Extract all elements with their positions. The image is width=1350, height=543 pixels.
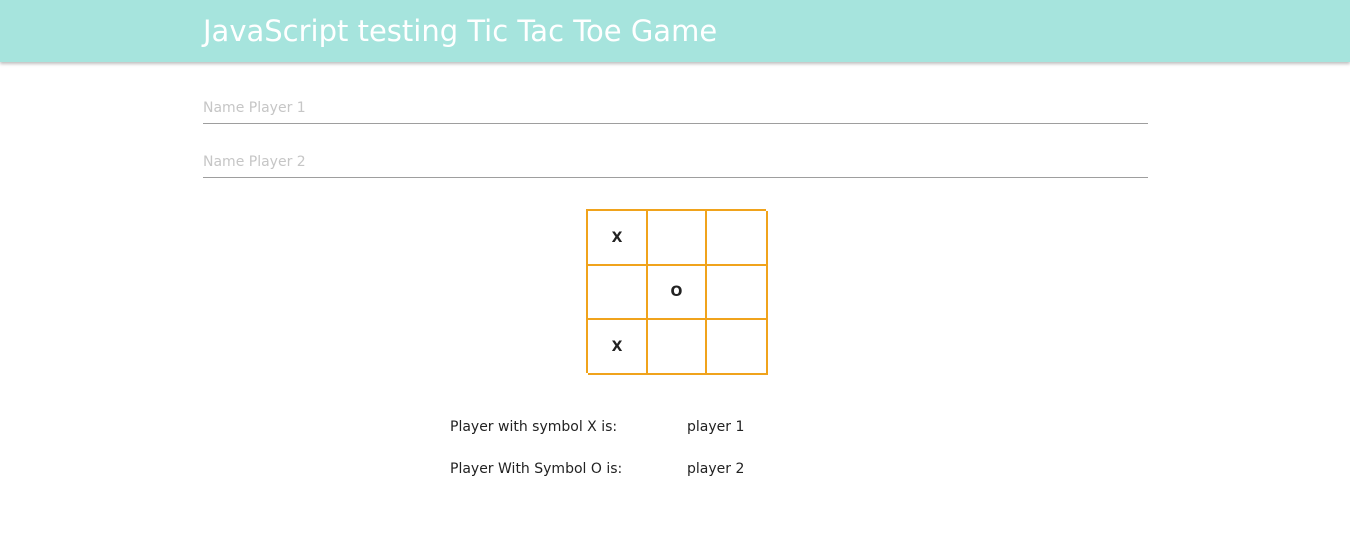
board-cell-1[interactable]: X [588, 211, 648, 266]
board-cell-5[interactable]: O [648, 266, 707, 320]
board-cell-4[interactable] [588, 266, 648, 320]
page-title: JavaScript testing Tic Tac Toe Game [203, 14, 718, 48]
player-1-name-input[interactable] [203, 93, 1148, 124]
board-cell-8[interactable] [648, 320, 707, 375]
board-cell-3[interactable] [707, 211, 768, 266]
game-board: X O X [586, 209, 768, 375]
symbol-o-label: Player With Symbol O is: [450, 461, 623, 477]
symbol-o-row: Player With Symbol O is: player 2 [450, 461, 850, 481]
symbol-x-row: Player with symbol X is: player 1 [450, 419, 850, 439]
symbol-x-player: player 1 [687, 419, 745, 435]
board-cell-2[interactable] [648, 211, 707, 266]
board-cell-7[interactable]: X [588, 320, 648, 375]
symbol-o-player: player 2 [687, 461, 745, 477]
board-cell-6[interactable] [707, 266, 768, 320]
app-header: JavaScript testing Tic Tac Toe Game [0, 0, 1350, 62]
symbol-x-label: Player with symbol X is: [450, 419, 618, 435]
board-cell-9[interactable] [707, 320, 768, 375]
player-2-name-input[interactable] [203, 147, 1148, 178]
